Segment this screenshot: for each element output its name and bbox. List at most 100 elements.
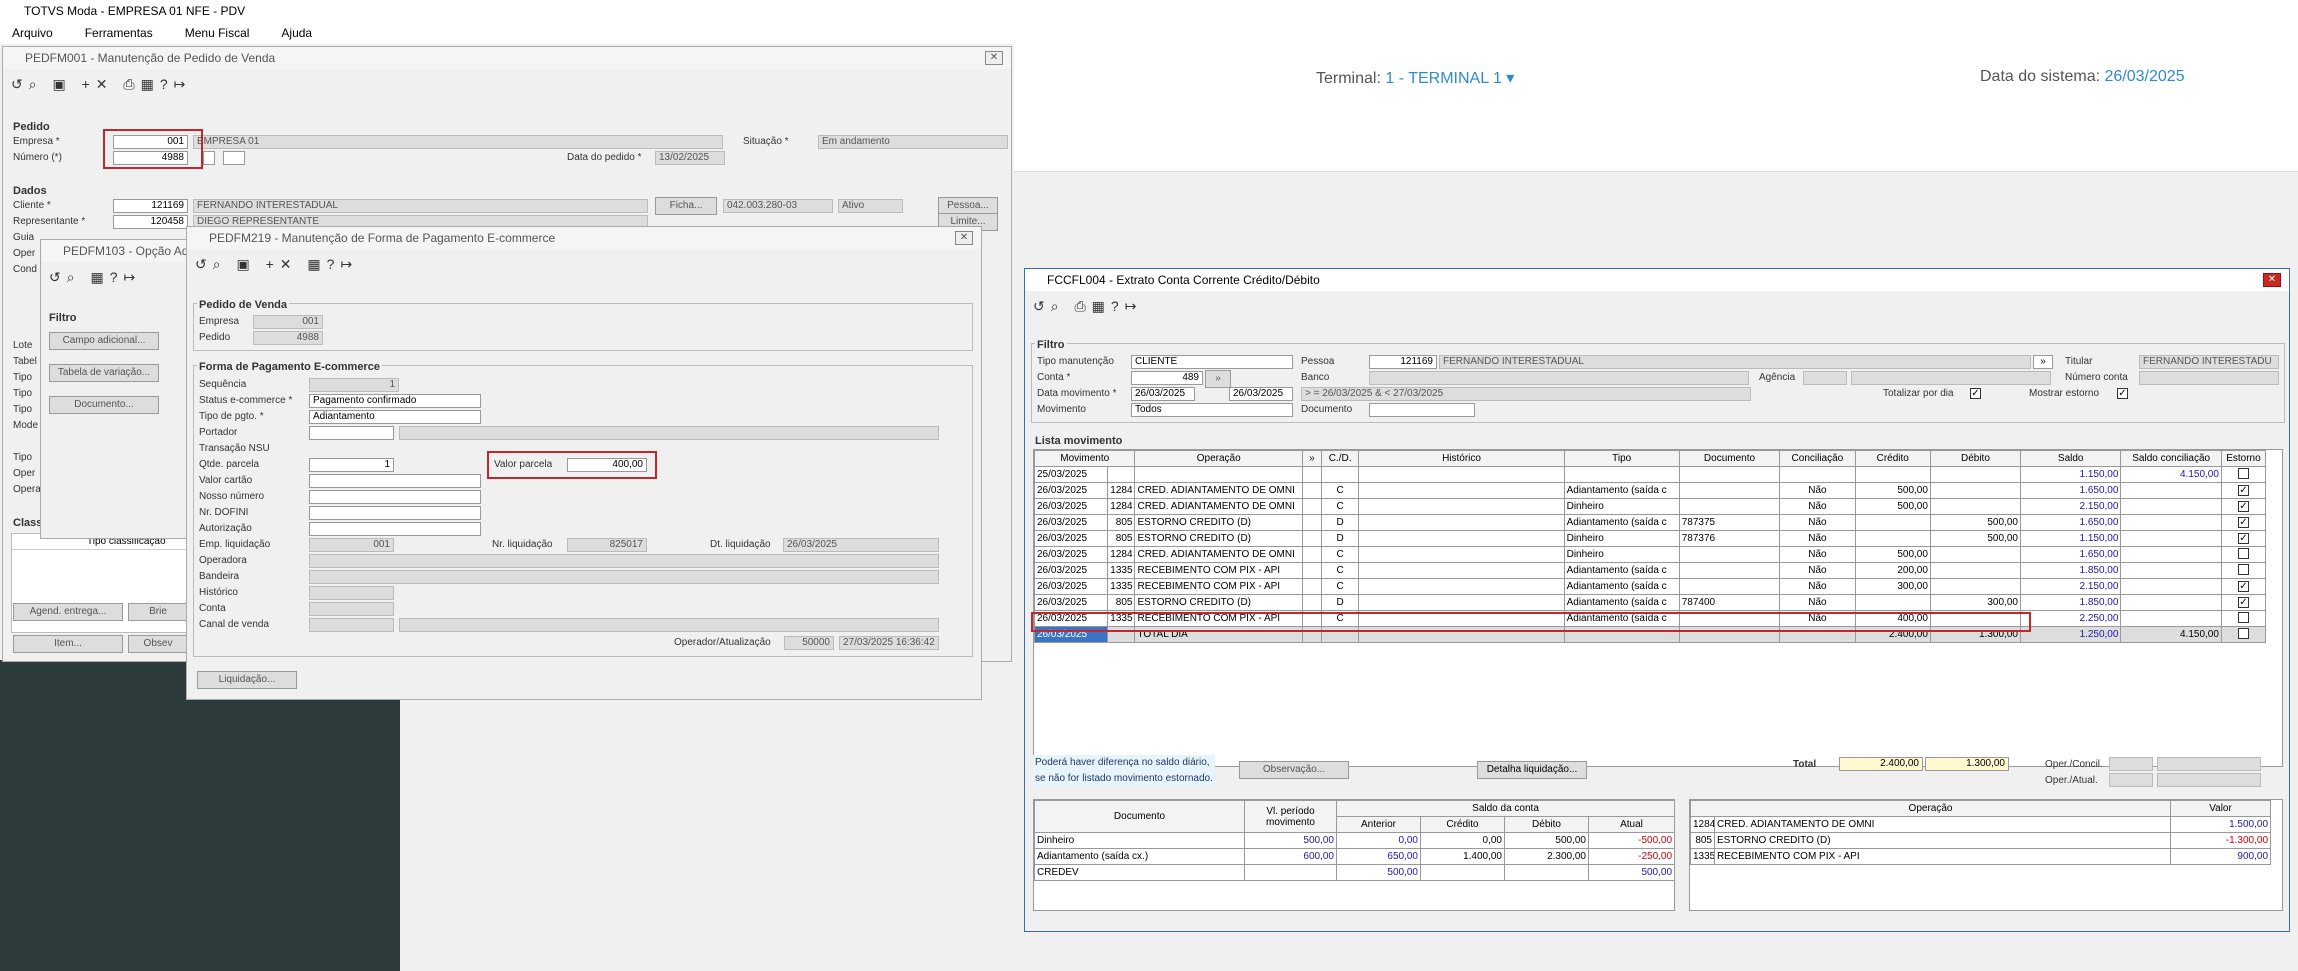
- exit-icon[interactable]: ↦: [1125, 298, 1143, 314]
- dofini-field[interactable]: [309, 506, 481, 520]
- col-historico[interactable]: Histórico: [1358, 450, 1565, 467]
- delete-icon[interactable]: ✕: [280, 256, 298, 272]
- exit-icon[interactable]: ↦: [340, 256, 358, 272]
- menu-ajuda[interactable]: Ajuda: [281, 26, 312, 40]
- undo-icon[interactable]: ↺: [11, 76, 29, 92]
- col-debito[interactable]: Débito: [1929, 450, 2021, 467]
- menu-fiscal[interactable]: Menu Fiscal: [185, 26, 250, 40]
- save-icon[interactable]: ▣: [236, 256, 255, 272]
- qtde-parcela-field[interactable]: 1: [309, 458, 394, 472]
- obsev-button[interactable]: Obsev: [128, 635, 188, 653]
- ficha-button[interactable]: Ficha...: [655, 197, 717, 215]
- search-icon[interactable]: ⌕: [213, 256, 227, 272]
- menu-arquivo[interactable]: Arquivo: [12, 26, 53, 40]
- col-documento[interactable]: Documento: [1678, 450, 1781, 467]
- documento-button[interactable]: Documento...: [49, 396, 159, 414]
- table-row[interactable]: 26/03/2025 805 ESTORNO CREDITO (D) D Adianta…: [1033, 594, 2267, 611]
- brie-button[interactable]: Brie: [128, 603, 188, 621]
- calendar-icon[interactable]: ▦: [307, 256, 326, 272]
- table-row[interactable]: 25/03/2025 1.150,00 4.150,00: [1033, 466, 2267, 483]
- col-cd[interactable]: C./D.: [1320, 450, 1360, 467]
- help-icon[interactable]: ?: [1111, 298, 1125, 314]
- conta-field[interactable]: 489: [1131, 371, 1203, 385]
- estorno-checkbox[interactable]: [2237, 547, 2249, 559]
- conta-lookup-button[interactable]: »: [1205, 370, 1231, 388]
- portador-field[interactable]: [309, 426, 394, 440]
- mostrar-estorno-checkbox[interactable]: ✓: [2117, 387, 2128, 399]
- pessoa-lookup-button[interactable]: »: [2033, 355, 2053, 369]
- col-estorno[interactable]: Estorno: [2220, 450, 2267, 467]
- numero-extra-button[interactable]: [223, 151, 245, 165]
- col-movimento[interactable]: Movimento: [1033, 450, 1136, 467]
- save-icon[interactable]: ▣: [52, 76, 71, 92]
- representante-field[interactable]: 120458: [113, 215, 188, 229]
- autorizacao-field[interactable]: [309, 522, 481, 536]
- observacao-button[interactable]: Observação...: [1239, 761, 1349, 779]
- movimento-grid-area[interactable]: Movimento Operação » C./D. Histórico Tip…: [1033, 449, 2283, 767]
- terminal-value[interactable]: 1 - TERMINAL 1: [1385, 70, 1501, 87]
- menu-ferramentas[interactable]: Ferramentas: [85, 26, 153, 40]
- table-row[interactable]: 26/03/2025 1284 CRED. ADIANTAMENTO DE OMNI…: [1033, 498, 2267, 515]
- totalizar-checkbox[interactable]: ✓: [1970, 387, 1981, 399]
- exit-icon[interactable]: ↦: [124, 269, 142, 285]
- tipo-pgto-select[interactable]: Adiantamento: [309, 410, 481, 424]
- tipo-manutencao-select[interactable]: CLIENTE: [1131, 355, 1293, 369]
- documento-field[interactable]: [1369, 403, 1475, 417]
- estorno-checkbox[interactable]: [2237, 627, 2249, 639]
- col-operacao[interactable]: Operação: [1134, 450, 1303, 467]
- table-row[interactable]: 26/03/2025 1284 CRED. ADIANTAMENTO DE OMNI…: [1033, 482, 2267, 499]
- undo-icon[interactable]: ↺: [1033, 298, 1051, 314]
- calendar-icon[interactable]: ▦: [90, 269, 109, 285]
- search-icon[interactable]: ⌕: [67, 269, 81, 285]
- exit-icon[interactable]: ↦: [174, 76, 192, 92]
- detalha-liquidacao-button[interactable]: Detalha liquidação...: [1477, 761, 1587, 779]
- print-icon[interactable]: ⎙: [1074, 298, 1091, 314]
- help-icon[interactable]: ?: [110, 269, 124, 285]
- estorno-checkbox[interactable]: ✓: [2237, 581, 2249, 592]
- calendar-icon[interactable]: ▦: [1092, 298, 1111, 314]
- estorno-checkbox[interactable]: ✓: [2237, 501, 2249, 512]
- situacao-field[interactable]: Em andamento: [818, 135, 1008, 149]
- calendar-icon[interactable]: ▦: [141, 76, 160, 92]
- item-button[interactable]: Item...: [13, 635, 123, 653]
- campo-adicional-button[interactable]: Campo adicional...: [49, 332, 159, 350]
- tabela-variacao-button[interactable]: Tabela de variação...: [49, 364, 159, 382]
- search-icon[interactable]: ⌕: [1051, 298, 1065, 314]
- table-row[interactable]: 26/03/2025 805 ESTORNO CREDITO (D) D Adianta…: [1033, 514, 2267, 531]
- col-conciliacao[interactable]: Conciliação: [1779, 450, 1856, 467]
- estorno-checkbox[interactable]: ✓: [2237, 517, 2249, 528]
- table-row[interactable]: 26/03/2025 1335 RECEBIMENTO COM PIX - API C…: [1033, 562, 2267, 579]
- search-icon[interactable]: ⌕: [29, 76, 43, 92]
- data-fim-field[interactable]: 26/03/2025: [1229, 387, 1293, 401]
- col-credito[interactable]: Crédito: [1854, 450, 1931, 467]
- data-inicio-field[interactable]: 26/03/2025: [1131, 387, 1195, 401]
- close-icon[interactable]: ✕: [955, 231, 973, 245]
- estorno-checkbox[interactable]: [2237, 467, 2249, 479]
- terminal-info[interactable]: Terminal: 1 - TERMINAL 1 ▾: [1316, 68, 1514, 88]
- table-row[interactable]: 26/03/2025 805 ESTORNO CREDITO (D) D Dinheir…: [1033, 530, 2267, 547]
- help-icon[interactable]: ?: [160, 76, 174, 92]
- pessoa-field[interactable]: 121169: [1369, 355, 1437, 369]
- cliente-field[interactable]: 121169: [113, 199, 188, 213]
- close-icon[interactable]: ✕: [2263, 273, 2281, 287]
- estorno-checkbox[interactable]: ✓: [2237, 597, 2249, 608]
- nosso-numero-field[interactable]: [309, 490, 481, 504]
- estorno-checkbox[interactable]: ✓: [2237, 533, 2249, 544]
- undo-icon[interactable]: ↺: [195, 256, 213, 272]
- agend-entrega-button[interactable]: Agend. entrega...: [13, 603, 123, 621]
- estorno-checkbox[interactable]: [2237, 563, 2249, 575]
- undo-icon[interactable]: ↺: [49, 269, 67, 285]
- col-saldo-conciliacao[interactable]: Saldo conciliação: [2120, 450, 2222, 467]
- caret-down-icon[interactable]: ▾: [1502, 70, 1514, 87]
- close-icon[interactable]: ✕: [985, 51, 1003, 65]
- table-row[interactable]: 26/03/2025 1335 RECEBIMENTO COM PIX - API C…: [1033, 578, 2267, 595]
- status-ecommerce-select[interactable]: Pagamento confirmado: [309, 394, 481, 408]
- estorno-checkbox[interactable]: [2237, 611, 2249, 623]
- table-row[interactable]: 26/03/2025 1284 CRED. ADIANTAMENTO DE OMNI…: [1033, 546, 2267, 563]
- liquidacao-button[interactable]: Liquidação...: [197, 671, 297, 689]
- col-saldo[interactable]: Saldo: [2019, 450, 2122, 467]
- movimento-select[interactable]: Todos: [1131, 403, 1293, 417]
- delete-icon[interactable]: ✕: [96, 76, 114, 92]
- help-icon[interactable]: ?: [327, 256, 341, 272]
- col-expand[interactable]: »: [1301, 450, 1322, 467]
